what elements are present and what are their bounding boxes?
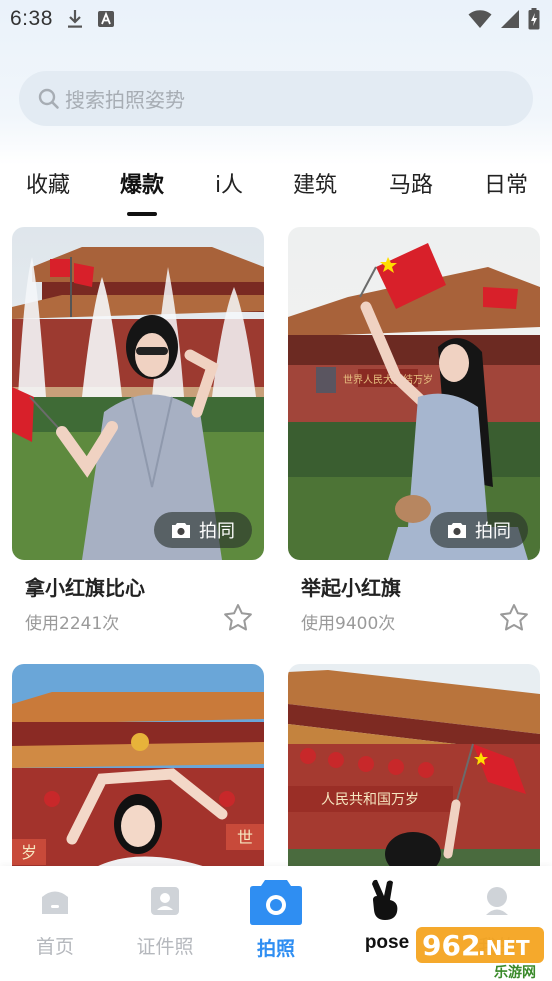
watermark-tagline: 乐游网 <box>494 964 536 979</box>
nav-take-photo[interactable]: 拍照 <box>221 866 331 981</box>
nav-label: 拍照 <box>256 938 295 960</box>
photo-banner-text: 世 <box>237 828 253 847</box>
battery-charging-icon <box>528 8 540 30</box>
text-a-icon <box>97 10 115 28</box>
nav-home[interactable]: 首页 <box>0 866 110 981</box>
download-icon <box>67 9 83 29</box>
victory-hand-icon <box>369 878 405 926</box>
card-usage-count: 使用2241次 <box>25 614 120 634</box>
camera-icon <box>171 521 191 539</box>
pose-photo[interactable]: 世界人民大团结万岁 拍同 <box>288 227 540 560</box>
search-input[interactable]: 搜索拍照姿势 <box>19 71 533 126</box>
status-bar: 6:38 <box>0 0 552 38</box>
photo-banner-text: 岁 <box>21 843 37 862</box>
favorite-star-icon[interactable] <box>498 602 530 634</box>
wifi-icon <box>468 9 492 29</box>
search-placeholder: 搜索拍照姿势 <box>65 88 185 112</box>
pose-photo-illustration <box>12 227 264 560</box>
tab-daily[interactable]: 日常 <box>482 168 530 208</box>
nav-label: 首页 <box>35 936 74 958</box>
card-title: 拿小红旗比心 <box>25 576 145 600</box>
pose-photo[interactable]: 拍同 <box>12 227 264 560</box>
category-tabs: 收藏 爆款 i人 建筑 马路 日常 <box>0 168 552 218</box>
tab-road[interactable]: 马路 <box>387 168 435 208</box>
signal-icon <box>500 9 520 29</box>
tab-introvert[interactable]: i人 <box>212 168 246 208</box>
tab-hot[interactable]: 爆款 <box>118 168 166 208</box>
nav-id-photo[interactable]: 证件照 <box>110 866 220 981</box>
watermark-logo: 962 .NET 乐游网 <box>416 921 550 981</box>
favorite-star-icon[interactable] <box>222 602 254 634</box>
card-title: 举起小红旗 <box>301 576 401 600</box>
id-photo-icon <box>148 884 182 922</box>
nav-label: 证件照 <box>136 936 194 958</box>
watermark-suffix: .NET <box>478 936 530 960</box>
shoot-same-button[interactable]: 拍同 <box>430 512 528 548</box>
tab-favorites[interactable]: 收藏 <box>24 168 72 208</box>
camera-icon <box>447 521 467 539</box>
card-usage-count: 使用9400次 <box>301 614 396 634</box>
active-tab-indicator <box>127 212 157 216</box>
shoot-same-button[interactable]: 拍同 <box>154 512 252 548</box>
pose-card[interactable]: 世界人民大团结万岁 拍同 举起小红旗 使用9400次 <box>288 227 540 634</box>
photo-banner-text: 人民共和国万岁 <box>321 792 419 808</box>
watermark-brand: 962 <box>422 929 480 962</box>
shoot-same-label: 拍同 <box>199 521 235 542</box>
profile-icon <box>480 884 514 922</box>
tab-architecture[interactable]: 建筑 <box>291 168 339 208</box>
shoot-same-label: 拍同 <box>475 521 511 542</box>
status-time: 6:38 <box>10 7 53 30</box>
home-icon <box>38 884 72 922</box>
pose-photo-illustration: 世界人民大团结万岁 <box>288 227 540 560</box>
photo-banner-text: 世界人民大团结万岁 <box>343 373 433 386</box>
pose-card[interactable]: 拍同 拿小红旗比心 使用2241次 <box>12 227 264 634</box>
camera-icon <box>249 878 303 930</box>
search-icon <box>37 87 61 111</box>
